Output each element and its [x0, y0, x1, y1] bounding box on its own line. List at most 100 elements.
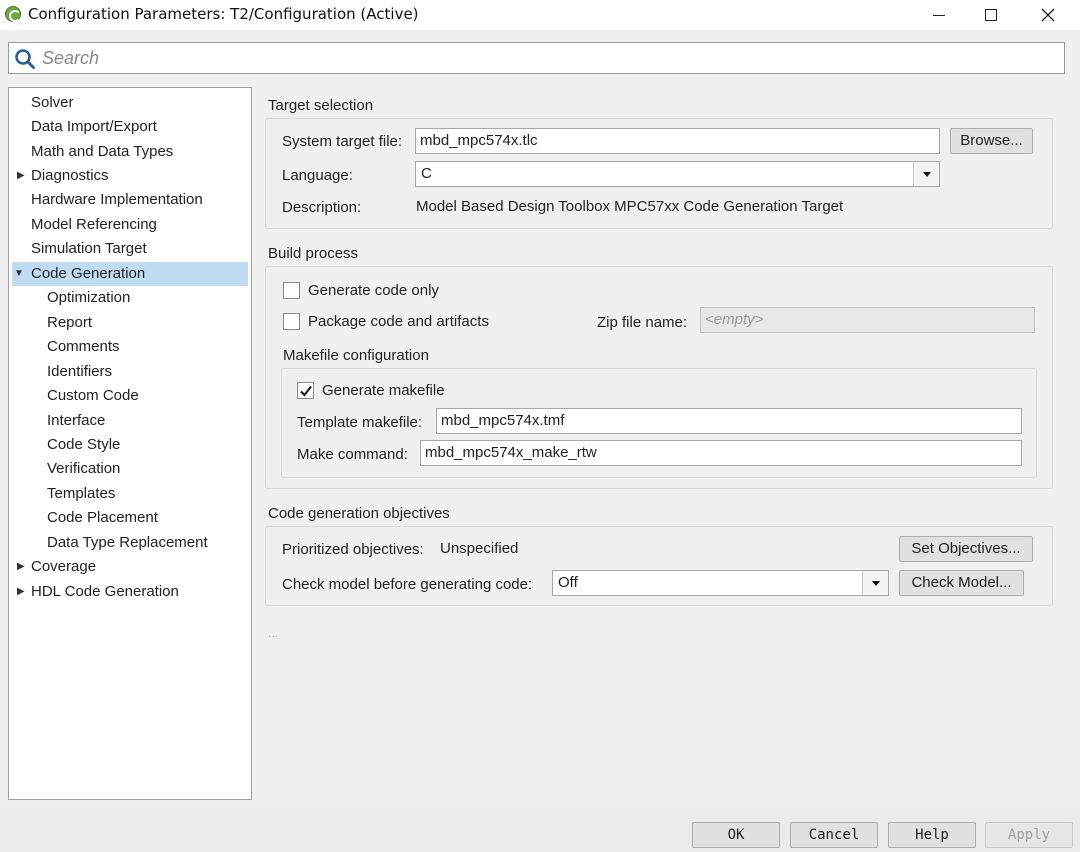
language-value: C: [421, 165, 432, 182]
dropdown-button[interactable]: [913, 162, 939, 186]
tree-item-diagnostics[interactable]: ▶ Diagnostics: [9, 164, 249, 188]
tree-item-coverage[interactable]: ▶ Coverage: [9, 555, 249, 579]
tree-item-code-generation[interactable]: ▼ Code Generation: [12, 262, 248, 286]
browse-button[interactable]: Browse...: [950, 128, 1033, 154]
chevron-down-icon: [871, 580, 880, 586]
window-title: Configuration Parameters: T2/Configurati…: [28, 5, 419, 23]
language-label: Language:: [282, 167, 353, 184]
tree-item-label: Templates: [47, 485, 116, 502]
build-process-title: Build process: [268, 245, 359, 262]
tree-item-label: Diagnostics: [31, 167, 109, 184]
tree-item-hardware-implementation[interactable]: Hardware Implementation: [9, 188, 249, 212]
system-target-label: System target file:: [282, 133, 403, 150]
tree-item-solver[interactable]: Solver: [9, 91, 249, 115]
search-input[interactable]: Search: [8, 42, 1065, 74]
dropdown-button[interactable]: [862, 571, 888, 595]
generate-code-only-checkbox[interactable]: [283, 282, 300, 299]
maximize-icon: [985, 9, 997, 21]
matlab-app-icon: [5, 6, 21, 22]
zip-file-label: Zip file name:: [597, 314, 688, 331]
tree-item-label: Interface: [47, 412, 106, 429]
search-placeholder: Search: [42, 48, 100, 68]
tree-item-label: Code Style: [47, 436, 121, 453]
tree-item-optimization[interactable]: Optimization: [9, 286, 249, 310]
tree-item-label: Data Import/Export: [31, 118, 157, 135]
minimize-button[interactable]: [916, 0, 962, 30]
apply-button[interactable]: Apply: [985, 822, 1073, 848]
expand-right-icon[interactable]: ▶: [17, 164, 25, 188]
description-value: Model Based Design Toolbox MPC57xx Code …: [416, 198, 844, 215]
package-code-label: Package code and artifacts: [308, 313, 489, 330]
template-makefile-field[interactable]: mbd_mpc574x.tmf: [436, 408, 1022, 434]
help-button[interactable]: Help: [888, 822, 976, 848]
tree-item-label: Solver: [31, 94, 74, 111]
tree-item-label: Hardware Implementation: [31, 191, 203, 208]
target-selection-title: Target selection: [268, 97, 374, 114]
objectives-title: Code generation objectives: [268, 505, 450, 522]
set-objectives-button[interactable]: Set Objectives...: [899, 536, 1033, 562]
tree-item-custom-code[interactable]: Custom Code: [9, 384, 249, 408]
minimize-icon: [933, 14, 945, 16]
tree-item-simulation-target[interactable]: Simulation Target: [9, 237, 249, 261]
tree-item-label: Report: [47, 314, 93, 331]
tree-item-label: Math and Data Types: [31, 143, 174, 160]
tree-item-interface[interactable]: Interface: [9, 409, 249, 433]
search-icon: [15, 49, 35, 69]
tree-item-data-import-export[interactable]: Data Import/Export: [9, 115, 249, 139]
maximize-button[interactable]: [968, 0, 1014, 30]
tree-item-data-type-replacement[interactable]: Data Type Replacement: [9, 531, 249, 555]
check-model-button[interactable]: Check Model...: [899, 570, 1024, 596]
category-tree[interactable]: Solver Data Import/Export Math and Data …: [8, 87, 252, 800]
generate-code-only-label: Generate code only: [308, 282, 439, 299]
close-button[interactable]: [1025, 0, 1071, 30]
package-code-checkbox[interactable]: [283, 313, 300, 330]
tree-item-label: Custom Code: [47, 387, 139, 404]
prioritized-objectives-label: Prioritized objectives:: [282, 541, 424, 558]
make-command-field[interactable]: mbd_mpc574x_make_rtw: [420, 440, 1022, 466]
check-model-value: Off: [558, 574, 578, 591]
tree-item-label: Data Type Replacement: [47, 534, 208, 551]
description-label: Description:: [282, 199, 362, 216]
makefile-config-title: Makefile configuration: [283, 347, 429, 364]
tree-item-label: Simulation Target: [31, 240, 147, 257]
cancel-button[interactable]: Cancel: [790, 822, 878, 848]
expand-right-icon[interactable]: ▶: [17, 555, 25, 579]
tree-item-label: Identifiers: [47, 363, 113, 380]
tree-item-code-style[interactable]: Code Style: [9, 433, 249, 457]
tree-item-label: Optimization: [47, 289, 131, 306]
tree-item-label: HDL Code Generation: [31, 583, 179, 600]
checkmark-icon: [300, 385, 312, 397]
zip-file-field[interactable]: <empty>: [700, 307, 1035, 333]
tree-item-label: Model Referencing: [31, 216, 157, 233]
tree-item-verification[interactable]: Verification: [9, 457, 249, 481]
tree-item-templates[interactable]: Templates: [9, 482, 249, 506]
close-icon: [1041, 8, 1055, 22]
tree-item-label: Comments: [47, 338, 120, 355]
tree-item-label: Verification: [47, 460, 121, 477]
language-dropdown[interactable]: C: [415, 161, 940, 187]
prioritized-objectives-value: Unspecified: [440, 540, 519, 557]
template-makefile-label: Template makefile:: [297, 414, 423, 431]
tree-item-comments[interactable]: Comments: [9, 335, 249, 359]
title-bar: Configuration Parameters: T2/Configurati…: [0, 0, 1080, 30]
chevron-down-icon: [922, 171, 931, 177]
tree-item-model-referencing[interactable]: Model Referencing: [9, 213, 249, 237]
make-command-label: Make command:: [297, 446, 408, 463]
generate-makefile-label: Generate makefile: [322, 382, 445, 399]
tree-item-report[interactable]: Report: [9, 311, 249, 335]
tree-item-label: Coverage: [31, 558, 97, 575]
tree-item-hdl-code-generation[interactable]: ▶ HDL Code Generation: [9, 580, 249, 604]
more-ellipsis: ...: [268, 626, 279, 640]
check-model-label: Check model before generating code:: [282, 576, 533, 593]
expand-right-icon[interactable]: ▶: [17, 580, 25, 604]
tree-item-math-data-types[interactable]: Math and Data Types: [9, 140, 249, 164]
tree-item-label: Code Generation: [31, 265, 146, 282]
expand-down-icon[interactable]: ▼: [14, 262, 24, 286]
tree-item-identifiers[interactable]: Identifiers: [9, 360, 249, 384]
system-target-field[interactable]: mbd_mpc574x.tlc: [415, 128, 940, 154]
tree-item-label: Code Placement: [47, 509, 158, 526]
check-model-dropdown[interactable]: Off: [552, 570, 889, 596]
generate-makefile-checkbox[interactable]: [297, 382, 314, 399]
tree-item-code-placement[interactable]: Code Placement: [9, 506, 249, 530]
ok-button[interactable]: OK: [692, 822, 780, 848]
